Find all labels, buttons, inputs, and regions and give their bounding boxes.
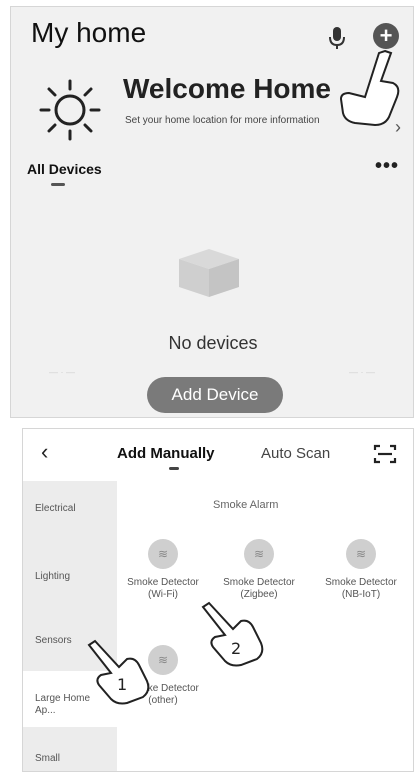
smoke-detector-icon: ≋ <box>346 539 376 569</box>
device-protocol: (NB-IoT) <box>341 589 381 600</box>
device-smoke-detector-wifi[interactable]: ≋ Smoke Detector (Wi-Fi) <box>123 539 203 601</box>
add-device-button[interactable]: Add Device <box>147 377 283 413</box>
empty-state-text: No devices <box>168 333 258 353</box>
device-smoke-detector-zigbee[interactable]: ≋ Smoke Detector (Zigbee) <box>219 539 299 601</box>
plus-icon[interactable]: + <box>373 23 399 49</box>
back-icon[interactable]: ‹ <box>41 439 48 465</box>
device-name: Smoke Detector <box>325 577 397 588</box>
welcome-subtitle[interactable]: Set your home location for more informat… <box>125 115 325 127</box>
sidebar-item-lighting[interactable]: Lighting <box>35 571 70 583</box>
device-protocol: (Zigbee) <box>240 589 278 600</box>
device-name: Smoke Detector <box>127 577 199 588</box>
hand-pointer-icon <box>87 639 150 705</box>
ghost-decoration: — · — <box>49 367 75 377</box>
tab-auto-scan[interactable]: Auto Scan <box>261 445 330 462</box>
smoke-detector-icon: ≋ <box>244 539 274 569</box>
tab-underline <box>169 467 179 470</box>
home-screen-panel: My home + Welcome Home Set your home loc… <box>10 6 414 418</box>
tab-underline <box>51 183 65 186</box>
step-number-2: 2 <box>231 639 242 658</box>
category-sidebar: Electrical Lighting Sensors Large Home A… <box>23 481 117 771</box>
smoke-detector-icon: ≋ <box>148 539 178 569</box>
tab-add-manually[interactable]: Add Manually <box>117 445 215 462</box>
device-smoke-detector-nbiot[interactable]: ≋ Smoke Detector (NB-IoT) <box>321 539 401 601</box>
hand-pointer-icon <box>339 49 400 127</box>
sidebar-item-electrical[interactable]: Electrical <box>35 503 76 515</box>
tab-all-devices[interactable]: All Devices <box>27 161 102 177</box>
device-protocol: (Wi-Fi) <box>148 589 178 600</box>
device-name: Smoke Detector <box>223 577 295 588</box>
sun-icon <box>39 79 101 141</box>
ghost-decoration: — · — <box>349 367 375 377</box>
step-number-1: 1 <box>117 675 128 694</box>
welcome-title: Welcome Home <box>123 73 331 104</box>
page-title: My home <box>31 17 147 48</box>
sidebar-item-small[interactable]: Small <box>35 753 60 765</box>
hand-pointer-icon <box>201 601 264 667</box>
section-title: Smoke Alarm <box>213 499 279 511</box>
more-icon[interactable]: ••• <box>375 155 399 178</box>
add-device-panel: ‹ Add Manually Auto Scan Electrical Ligh… <box>22 428 414 772</box>
empty-box-icon <box>179 249 239 297</box>
scan-icon[interactable] <box>373 443 397 465</box>
sidebar-item-sensors[interactable]: Sensors <box>35 635 72 647</box>
